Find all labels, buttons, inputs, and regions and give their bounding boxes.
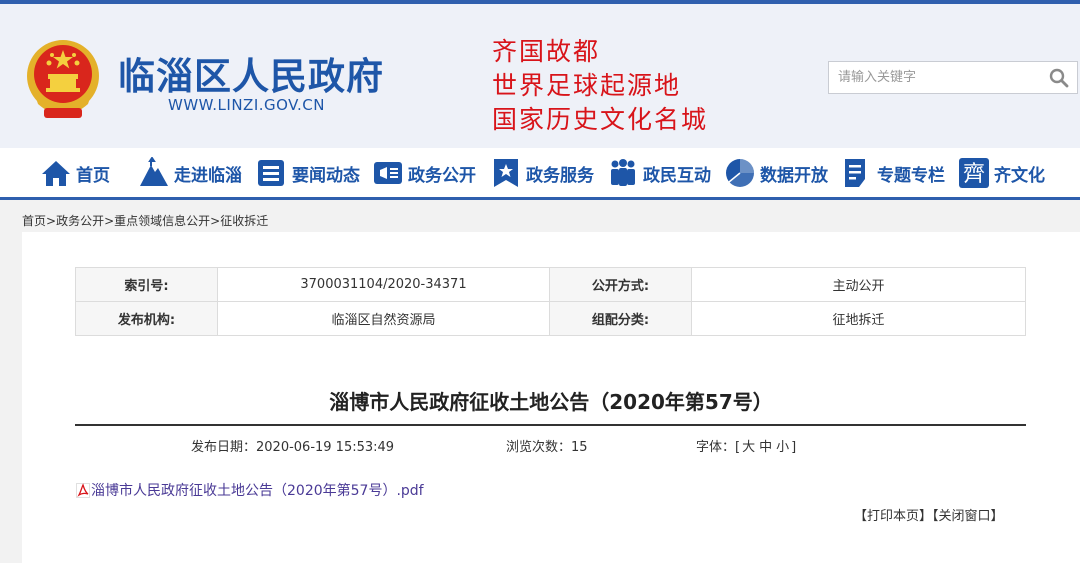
svg-text:齊: 齊 (963, 162, 985, 187)
breadcrumb: 首页>政务公开>重点领域信息公开>征收拆迁 (22, 212, 268, 229)
font-size-label: 字体：[ (696, 440, 741, 455)
nav-item-about-linzi[interactable]: 走进临淄 (138, 156, 242, 190)
index-number-label: 索引号: (75, 267, 218, 302)
main-nav: 首页 走进临淄 要闻动态 政务公开 政务服务 政民互动 数据开放 专题专栏 齊 … (0, 148, 1080, 200)
meta-row: 索引号: 3700031104/2020-34371 公开方式: 主动公开 (75, 267, 1026, 302)
pdf-icon (76, 482, 90, 498)
site-title: 临淄区人民政府 (118, 55, 384, 98)
search-icon[interactable] (1049, 68, 1069, 88)
nav-label: 政务服务 (526, 165, 594, 186)
category-label: 组配分类: (549, 301, 692, 336)
mountain-icon (140, 157, 168, 186)
nav-item-government-affairs[interactable]: 政务公开 (372, 156, 476, 190)
nav-label: 政民互动 (643, 165, 711, 186)
content-panel: 索引号: 3700031104/2020-34371 公开方式: 主动公开 发布… (22, 232, 1080, 563)
disclosure-method-label: 公开方式: (549, 267, 692, 302)
nav-label: 走进临淄 (174, 165, 242, 186)
breadcrumb-separator: > (210, 214, 221, 228)
font-size-selector: 字体：[大中小] (696, 436, 796, 455)
nav-label: 政务公开 (408, 165, 476, 186)
nav-item-special-topics[interactable]: 专题专栏 (841, 156, 945, 190)
publish-date: 发布日期：2020-06-19 15:53:49 (191, 440, 395, 455)
announcement-icon (374, 162, 402, 184)
print-page-link[interactable]: 【打印本页】 (854, 509, 932, 524)
qi-character-icon: 齊 (959, 158, 989, 188)
index-number-value: 3700031104/2020-34371 (217, 267, 550, 302)
nav-label: 齐文化 (994, 165, 1045, 186)
site-header: 临淄区人民政府 WWW.LINZI.GOV.CN 齐国故都 世界足球起源地 国家… (0, 0, 1080, 148)
view-count: 浏览次数：15 (506, 440, 588, 455)
nav-item-news[interactable]: 要闻动态 (256, 156, 360, 190)
meta-row: 发布机构: 临淄区自然资源局 组配分类: 征地拆迁 (75, 301, 1026, 336)
breadcrumb-key-areas[interactable]: 重点领域信息公开 (114, 214, 210, 228)
slogan-line-2: 世界足球起源地 (492, 71, 682, 100)
disclosure-method-value: 主动公开 (691, 267, 1026, 302)
breadcrumb-separator: > (46, 214, 57, 228)
breadcrumb-expropriation[interactable]: 征收拆迁 (220, 214, 268, 228)
publisher-value: 临淄区自然资源局 (217, 301, 550, 336)
font-size-large[interactable]: 大 (742, 440, 755, 455)
category-value: 征地拆迁 (691, 301, 1026, 336)
document-meta-table: 索引号: 3700031104/2020-34371 公开方式: 主动公开 发布… (75, 267, 1026, 336)
close-window-link[interactable]: 【关闭窗口】 (932, 509, 1004, 524)
nav-label: 数据开放 (760, 165, 828, 186)
pdf-attachment-label: 淄博市人民政府征收土地公告（2020年第57号）.pdf (91, 483, 424, 499)
pdf-attachment-link[interactable]: 淄博市人民政府征收土地公告（2020年第57号）.pdf (76, 480, 424, 500)
home-icon (42, 161, 70, 186)
nav-item-qi-culture[interactable]: 齊 齐文化 (958, 156, 1045, 190)
star-bookmark-icon (494, 159, 518, 187)
document-icon (845, 159, 865, 187)
site-url: WWW.LINZI.GOV.CN (168, 96, 325, 114)
nav-item-open-data[interactable]: 数据开放 (724, 156, 828, 190)
pie-chart-icon (726, 159, 755, 188)
search-box (828, 61, 1078, 94)
nav-label: 首页 (76, 165, 110, 186)
people-icon (611, 159, 635, 186)
nav-item-government-services[interactable]: 政务服务 (490, 156, 594, 190)
nav-label: 要闻动态 (292, 165, 360, 186)
font-size-close: ] (791, 440, 797, 455)
publisher-label: 发布机构: (75, 301, 218, 336)
slogan-line-3: 国家历史文化名城 (492, 105, 709, 134)
document-title: 淄博市人民政府征收土地公告（2020年第57号） (329, 390, 773, 414)
search-input[interactable] (829, 62, 1029, 93)
nav-item-home[interactable]: 首页 (40, 156, 110, 190)
page: 临淄区人民政府 WWW.LINZI.GOV.CN 齐国故都 世界足球起源地 国家… (0, 0, 1080, 563)
breadcrumb-home[interactable]: 首页 (22, 214, 46, 228)
font-size-medium[interactable]: 中 (759, 440, 772, 455)
title-divider (75, 424, 1026, 426)
font-size-small[interactable]: 小 (776, 440, 789, 455)
breadcrumb-separator: > (104, 214, 115, 228)
page-actions: 【打印本页】【关闭窗口】 (854, 505, 1004, 524)
slogan-line-1: 齐国故都 (492, 37, 601, 66)
nav-label: 专题专栏 (877, 165, 945, 186)
breadcrumb-government-affairs[interactable]: 政务公开 (56, 214, 104, 228)
nav-item-public-interaction[interactable]: 政民互动 (607, 156, 711, 190)
national-emblem-icon (27, 40, 99, 118)
news-icon (258, 160, 284, 186)
